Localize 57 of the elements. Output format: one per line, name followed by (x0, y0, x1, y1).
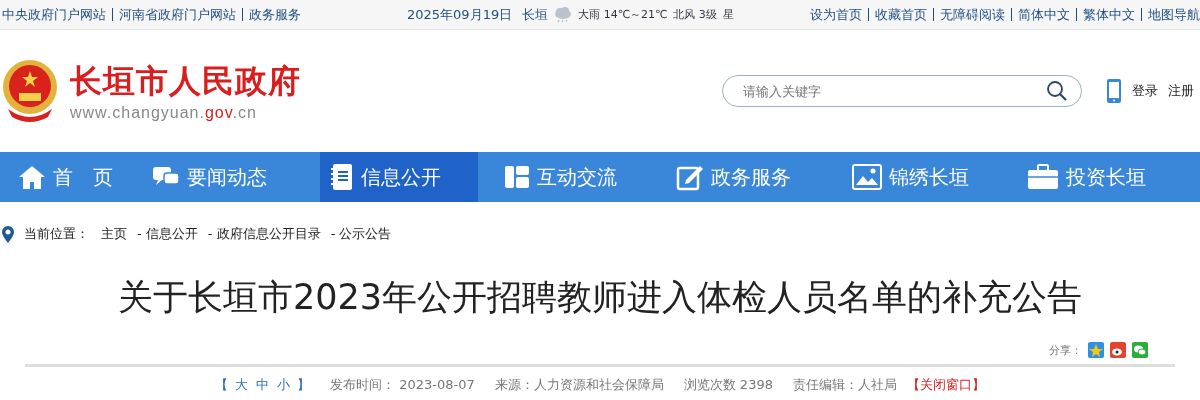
mobile-phone-icon[interactable] (1106, 78, 1122, 104)
nav-tab[interactable]: 政务服务 (658, 152, 836, 202)
breadcrumb-link[interactable]: 主页 (101, 225, 127, 243)
nav-tab[interactable]: 互动交流 (478, 152, 658, 202)
top-link[interactable]: 无障碍阅读 (933, 8, 1005, 21)
image-icon (852, 164, 882, 190)
location-pin-icon (2, 225, 14, 243)
nav-tab[interactable]: 锦绣长垣 (836, 152, 1011, 202)
breadcrumb-link[interactable]: - 政府信息公开目录 (207, 225, 321, 243)
nav-tab[interactable]: 信息公开 (320, 152, 478, 202)
top-link[interactable]: 河南省政府门户网站 (112, 8, 236, 21)
nav-tab[interactable]: 投资长垣 (1011, 152, 1200, 202)
home-icon (18, 164, 46, 190)
search-field[interactable]: 请输入关键字 (722, 75, 1082, 107)
top-link[interactable]: 中央政府门户网站 (2, 5, 106, 24)
top-link[interactable]: 设为首页 (810, 5, 862, 24)
font-size-link[interactable]: 中 (256, 376, 270, 394)
editor-text: 责任编辑：人社局 (792, 376, 897, 394)
search-icon[interactable] (1046, 80, 1068, 102)
source-text: 来源：人力资源和社会保障局 (494, 376, 664, 394)
font-size-link[interactable]: 小 (277, 376, 291, 394)
top-link[interactable]: 地图导航 (1141, 8, 1200, 21)
share-label: 分享： (1049, 342, 1082, 358)
city-text: 长垣 (522, 5, 549, 24)
breadcrumb-label: 当前位置： (24, 225, 89, 243)
site-domain: www.changyuan.gov.cn (70, 104, 258, 122)
top-link[interactable]: 繁体中文 (1076, 8, 1135, 21)
breadcrumb-link[interactable]: - 信息公开 (137, 225, 198, 243)
weather-text: 大雨 14℃～21℃ (578, 7, 668, 22)
font-size-bracket: 【 (215, 376, 229, 394)
edit-icon (676, 163, 704, 191)
breadcrumb-link[interactable]: - 公示公告 (330, 225, 392, 243)
date-text: 2025年09月19日 (407, 5, 513, 24)
view-count: 浏览次数 2398 (683, 376, 773, 394)
close-window-link[interactable]: 【关闭窗口】 (906, 376, 985, 394)
nav-tab[interactable]: 要闻动态 (135, 152, 320, 202)
weibo-share-icon[interactable] (1110, 342, 1126, 358)
article-title: 关于长垣市2023年公开招聘教师进入体检人员名单的补充公告 (116, 276, 1084, 319)
account-link[interactable]: 注册 (1168, 82, 1194, 100)
notebook-icon (330, 163, 354, 191)
wechat-share-icon[interactable] (1132, 342, 1148, 358)
star-share-icon[interactable] (1088, 342, 1104, 358)
font-size-bracket: 】 (297, 376, 311, 394)
rain-cloud-icon (554, 6, 573, 23)
weather-extra-text: 星 (722, 7, 734, 22)
account-link[interactable]: 登录 (1132, 82, 1158, 100)
layout-grid-icon (504, 165, 530, 189)
top-link[interactable]: 收藏首页 (868, 8, 927, 21)
wind-text: 北风 3级 (673, 7, 717, 22)
emblem-icon (2, 59, 58, 123)
publish-time: 发布时间： 2023-08-07 (330, 376, 475, 394)
top-link[interactable]: 政务服务 (242, 8, 301, 21)
briefcase-icon (1027, 164, 1059, 190)
top-link[interactable]: 简体中文 (1011, 8, 1070, 21)
nav-tab[interactable]: 首 页 (0, 152, 135, 202)
site-name: 长垣市人民政府 (70, 61, 301, 102)
font-size-link[interactable]: 大 (235, 376, 249, 394)
